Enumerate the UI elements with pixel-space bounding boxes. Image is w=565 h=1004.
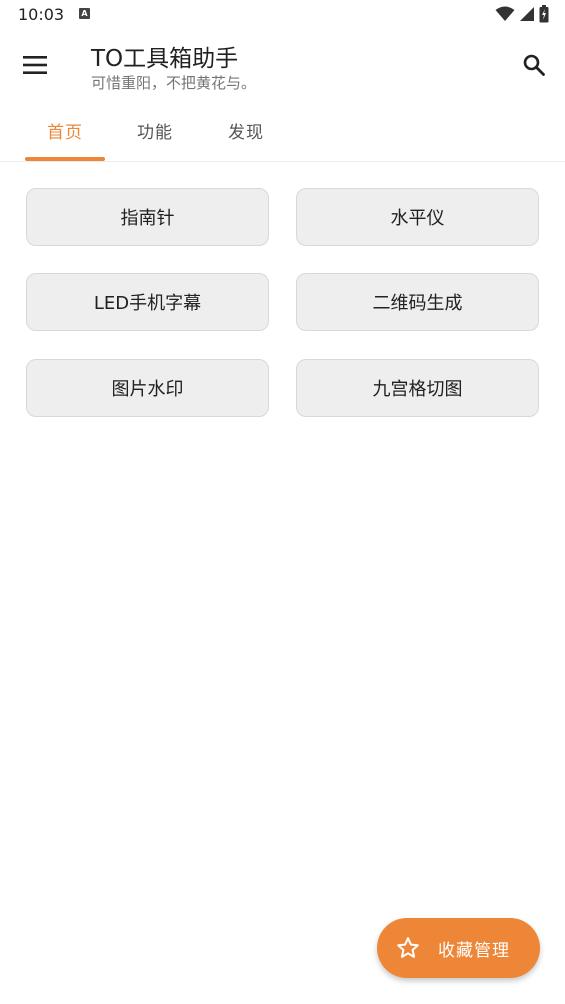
cell-signal-icon [520, 7, 534, 21]
search-icon [523, 54, 545, 76]
tab-discover[interactable]: 发现 [206, 102, 286, 159]
battery-icon [539, 5, 549, 23]
app-subtitle: 可惜重阳，不把黄花与。 [91, 74, 257, 92]
tab-indicator [25, 157, 105, 161]
app-bar: TO工具箱助手 可惜重阳，不把黄花与。 [0, 30, 565, 102]
image-watermark-button[interactable]: 图片水印 [26, 359, 269, 417]
tab-features[interactable]: 功能 [115, 102, 195, 159]
compass-button[interactable]: 指南针 [26, 188, 269, 246]
tab-home[interactable]: 首页 [25, 102, 105, 159]
favorites-manage-button[interactable]: 收藏管理 [377, 918, 540, 978]
menu-button[interactable] [16, 46, 54, 84]
wifi-icon [495, 6, 515, 21]
favorites-manage-label: 收藏管理 [438, 940, 510, 961]
tab-bar: 首页 功能 发现 [0, 102, 565, 162]
status-time: 10:03 [18, 5, 65, 24]
level-button[interactable]: 水平仪 [296, 188, 539, 246]
search-button[interactable] [515, 46, 553, 84]
qrcode-generate-button[interactable]: 二维码生成 [296, 273, 539, 331]
led-subtitle-button[interactable]: LED手机字幕 [26, 273, 269, 331]
grid-crop-button[interactable]: 九宫格切图 [296, 359, 539, 417]
star-outline-icon [395, 935, 421, 961]
status-bar: 10:03 A [0, 0, 565, 30]
menu-icon [23, 56, 47, 74]
notification-icon: A [79, 8, 90, 19]
status-icons [495, 5, 549, 23]
app-title: TO工具箱助手 [91, 46, 239, 72]
